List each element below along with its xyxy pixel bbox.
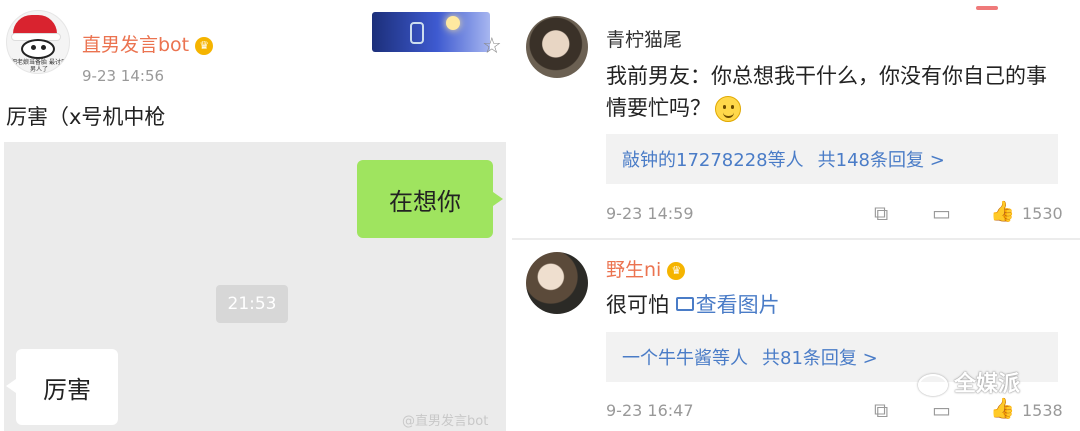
view-image-label[interactable]: 查看图片	[696, 293, 780, 317]
comment-text-content: 很可怕	[606, 293, 669, 317]
sent-message-bubble: 在想你	[357, 160, 503, 238]
chat-screenshot[interactable]: 在想你 21:53 厉害 @直男发言bot	[4, 142, 506, 431]
commenter-name[interactable]: 青柠猫尾	[606, 28, 682, 52]
image-watermark: @直男发言bot	[402, 414, 489, 429]
reply-summary-link[interactable]: 敲钟的17278228等人 共148条回复 >	[606, 134, 1058, 184]
left-post-panel: 把老娘当备胎 最讨厌男人了 直男发言bot ♛ 9-23 14:56 ☆ 厉害（x…	[0, 0, 512, 431]
comment-text: 我前男友：你总想我干什么，你没有你自己的事情要忙吗？	[606, 60, 1061, 124]
reply-count: 共81条回复 >	[762, 348, 878, 369]
avatar-eye	[41, 45, 46, 50]
commenter-avatar[interactable]	[526, 16, 588, 78]
like-icon[interactable]: 👍	[990, 398, 1015, 418]
comment-time: 9-23 14:59	[606, 204, 694, 223]
post-time: 9-23 14:56	[82, 67, 165, 85]
chat-timestamp: 21:53	[216, 285, 288, 323]
moon-icon	[446, 16, 460, 30]
like-count: 1538	[1022, 401, 1063, 420]
wechat-logo-icon	[918, 374, 948, 396]
reply-summary: 一个牛牛酱等人	[622, 348, 748, 369]
reply-summary: 敲钟的17278228等人	[622, 150, 804, 171]
like-icon[interactable]: 👍	[990, 201, 1015, 221]
jar-icon	[410, 22, 424, 44]
vip-badge-icon: ♛	[195, 36, 214, 55]
username[interactable]: 直男发言bot	[82, 34, 189, 56]
commenter-name-link[interactable]: 野生ni ♛	[606, 258, 686, 282]
view-image-link[interactable]: 查看图片	[675, 293, 780, 317]
top-indicator	[976, 6, 998, 10]
divider	[512, 238, 1080, 240]
smile-emoji-icon	[715, 96, 741, 122]
decor-banner	[372, 12, 490, 52]
image-icon	[675, 297, 694, 311]
watermark-logo-text: 全媒派	[954, 372, 1021, 397]
avatar-eye	[31, 45, 36, 50]
reply-count: 共148条回复 >	[817, 150, 945, 171]
post-text: 厉害（x号机中枪	[6, 105, 166, 129]
comment-icon[interactable]: ▭	[932, 400, 951, 420]
vip-badge-icon: ♛	[667, 261, 686, 280]
commenter-name[interactable]: 野生ni	[606, 259, 661, 281]
watermark-logo: 全媒派	[918, 366, 1020, 398]
share-icon[interactable]: ⧉	[874, 400, 888, 420]
comment-text: 很可怕 查看图片	[606, 289, 780, 321]
share-icon[interactable]: ⧉	[874, 203, 888, 223]
received-message-bubble: 厉害	[6, 349, 118, 425]
avatar-caption: 把老娘当备胎 最讨厌男人了	[11, 59, 67, 73]
avatar-face	[21, 39, 55, 59]
avatar[interactable]: 把老娘当备胎 最讨厌男人了	[6, 10, 70, 74]
comment-time: 9-23 16:47	[606, 401, 694, 420]
star-icon[interactable]: ☆	[482, 36, 502, 58]
commenter-avatar[interactable]	[526, 252, 588, 314]
comment-text-content: 我前男友：你总想我干什么，你没有你自己的事情要忙吗？	[606, 64, 1047, 120]
like-count: 1530	[1022, 204, 1063, 223]
comment-icon[interactable]: ▭	[932, 203, 951, 223]
username-link[interactable]: 直男发言bot ♛	[82, 33, 214, 57]
